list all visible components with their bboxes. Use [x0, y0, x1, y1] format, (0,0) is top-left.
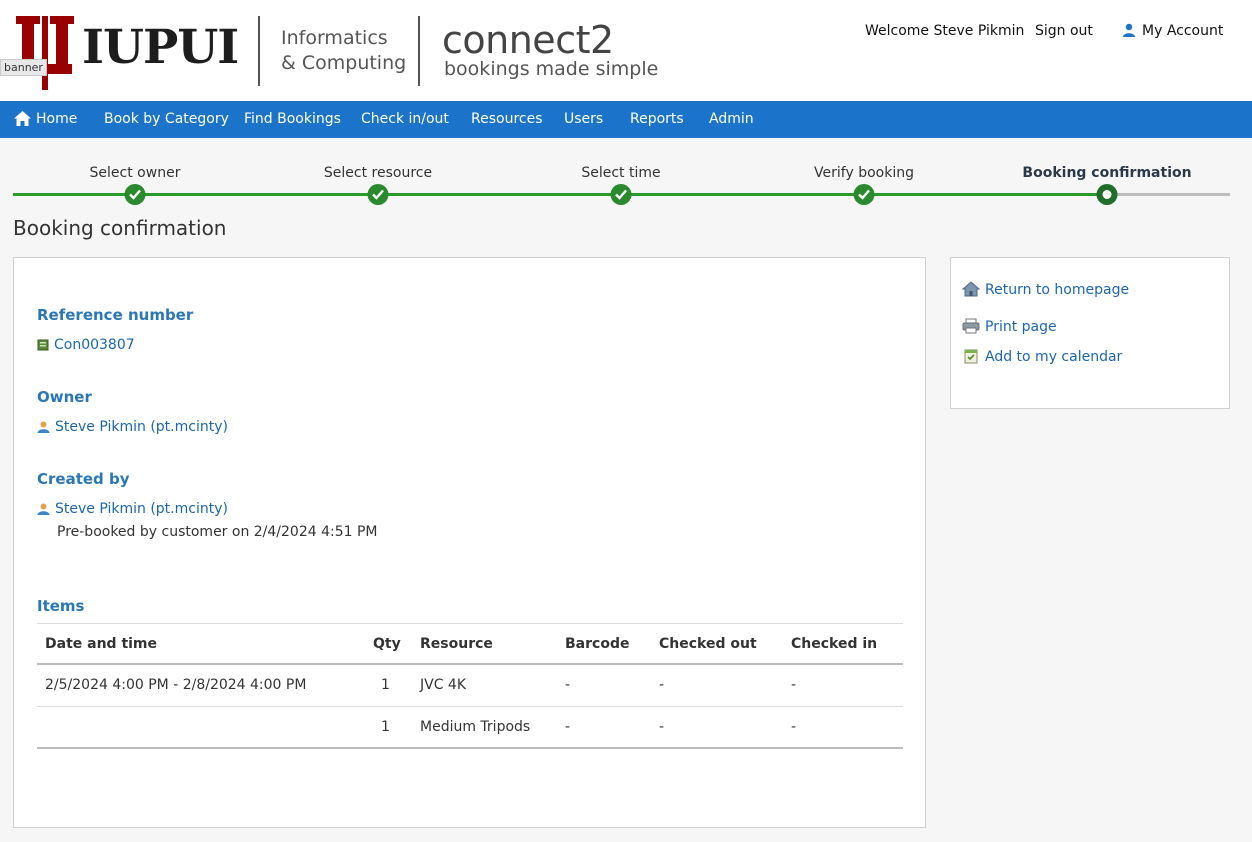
step-current-icon	[1096, 184, 1118, 205]
header-divider	[258, 16, 260, 86]
cell-qty: 1	[381, 719, 390, 735]
created-by-link[interactable]: Steve Pikmin (pt.mcinty)	[55, 501, 228, 517]
cell-date-time: 2/5/2024 4:00 PM - 2/8/2024 4:00 PM	[45, 677, 307, 693]
sign-out-link[interactable]: Sign out	[1035, 23, 1093, 39]
cell-checked-in: -	[791, 677, 797, 693]
booking-icon	[37, 339, 49, 351]
step-check-icon	[853, 184, 875, 205]
nav-users[interactable]: Users	[564, 111, 603, 127]
booking-details-panel: Reference number Con003807 Owner Steve P…	[13, 257, 926, 828]
nav-book-by-category[interactable]: Book by Category	[104, 111, 229, 127]
user-icon[interactable]	[1122, 23, 1136, 37]
column-header-checked-out: Checked out	[659, 636, 757, 652]
nav-resources[interactable]: Resources	[471, 111, 543, 127]
cell-qty: 1	[381, 677, 390, 693]
cell-checked-out: -	[659, 719, 665, 735]
my-account-link[interactable]: My Account	[1142, 23, 1223, 39]
actions-panel: Return to homepage Print page Add to my …	[950, 257, 1230, 409]
page-title: Booking confirmation	[13, 216, 227, 240]
column-header-qty: Qty	[373, 636, 401, 652]
nav-admin[interactable]: Admin	[709, 111, 754, 127]
cell-checked-out: -	[659, 677, 665, 693]
column-header-barcode: Barcode	[565, 636, 630, 652]
created-by-heading: Created by	[37, 470, 130, 488]
cell-resource: Medium Tripods	[420, 719, 531, 735]
column-header-date-time: Date and time	[45, 636, 158, 652]
return-homepage-row[interactable]: Return to homepage	[961, 281, 1129, 298]
step-label-verify-booking: Verify booking	[814, 165, 914, 181]
nav-check-in-out[interactable]: Check in/out	[361, 111, 449, 127]
step-label-select-time: Select time	[581, 165, 661, 181]
step-label-select-resource: Select resource	[323, 165, 433, 181]
return-homepage-link[interactable]: Return to homepage	[985, 282, 1129, 298]
column-header-checked-in: Checked in	[791, 636, 878, 652]
created-by-row: Steve Pikmin (pt.mcinty)	[37, 501, 228, 517]
brand-tagline: bookings made simple	[444, 58, 659, 80]
cell-resource: JVC 4K	[420, 677, 467, 693]
owner-heading: Owner	[37, 388, 92, 406]
reference-number-heading: Reference number	[37, 306, 194, 324]
reference-number-link[interactable]: Con003807	[54, 337, 135, 353]
person-icon	[37, 503, 50, 515]
progress-line-remaining	[1107, 193, 1230, 196]
print-page-link[interactable]: Print page	[985, 319, 1057, 335]
nav-home[interactable]: Home	[36, 111, 77, 127]
school-name: Informatics & Computing	[281, 26, 406, 76]
cell-barcode: -	[565, 719, 571, 735]
step-check-icon	[124, 184, 146, 205]
printer-icon	[962, 318, 980, 334]
iupui-logo-text[interactable]: IUPUI	[82, 20, 239, 75]
calendar-icon	[964, 349, 978, 364]
table-row: 2/5/2024 4:00 PM - 2/8/2024 4:00 PM 1 JV…	[37, 665, 903, 707]
step-check-icon	[367, 184, 389, 205]
banner-tooltip: banner	[0, 59, 47, 76]
booking-progress-steps: Select owner Select resource Select time…	[0, 150, 1252, 210]
add-calendar-row[interactable]: Add to my calendar	[962, 348, 1122, 365]
cell-checked-in: -	[791, 719, 797, 735]
welcome-text: Welcome Steve Pikmin	[865, 23, 1025, 39]
person-icon	[37, 421, 50, 433]
step-check-icon	[610, 184, 632, 205]
house-icon	[961, 281, 981, 297]
main-nav: Home Book by Category Find Bookings Chec…	[0, 101, 1252, 138]
header-divider	[418, 16, 420, 86]
cell-barcode: -	[565, 677, 571, 693]
connect2-brand: connect2	[442, 18, 614, 62]
items-table: Date and time Qty Resource Barcode Check…	[37, 623, 903, 749]
step-label-booking-confirmation: Booking confirmation	[1022, 165, 1192, 181]
add-calendar-link[interactable]: Add to my calendar	[985, 349, 1122, 365]
print-page-row[interactable]: Print page	[962, 318, 1057, 335]
school-line-1: Informatics	[281, 27, 388, 49]
reference-number-row: Con003807	[37, 337, 135, 353]
home-icon[interactable]	[14, 111, 31, 126]
table-row: 1 Medium Tripods - - -	[37, 707, 903, 749]
step-label-select-owner: Select owner	[89, 165, 181, 181]
items-heading: Items	[37, 597, 85, 615]
table-header-row: Date and time Qty Resource Barcode Check…	[37, 623, 903, 665]
created-note: Pre-booked by customer on 2/4/2024 4:51 …	[57, 524, 378, 540]
school-line-2: & Computing	[281, 52, 407, 74]
iu-trident-logo-icon[interactable]	[12, 12, 78, 94]
progress-line-complete	[13, 193, 1107, 196]
column-header-resource: Resource	[420, 636, 493, 652]
nav-find-bookings[interactable]: Find Bookings	[244, 111, 341, 127]
owner-link[interactable]: Steve Pikmin (pt.mcinty)	[55, 419, 228, 435]
owner-row: Steve Pikmin (pt.mcinty)	[37, 419, 228, 435]
site-header: banner IUPUI Informatics & Computing con…	[0, 0, 1252, 101]
nav-reports[interactable]: Reports	[630, 111, 684, 127]
